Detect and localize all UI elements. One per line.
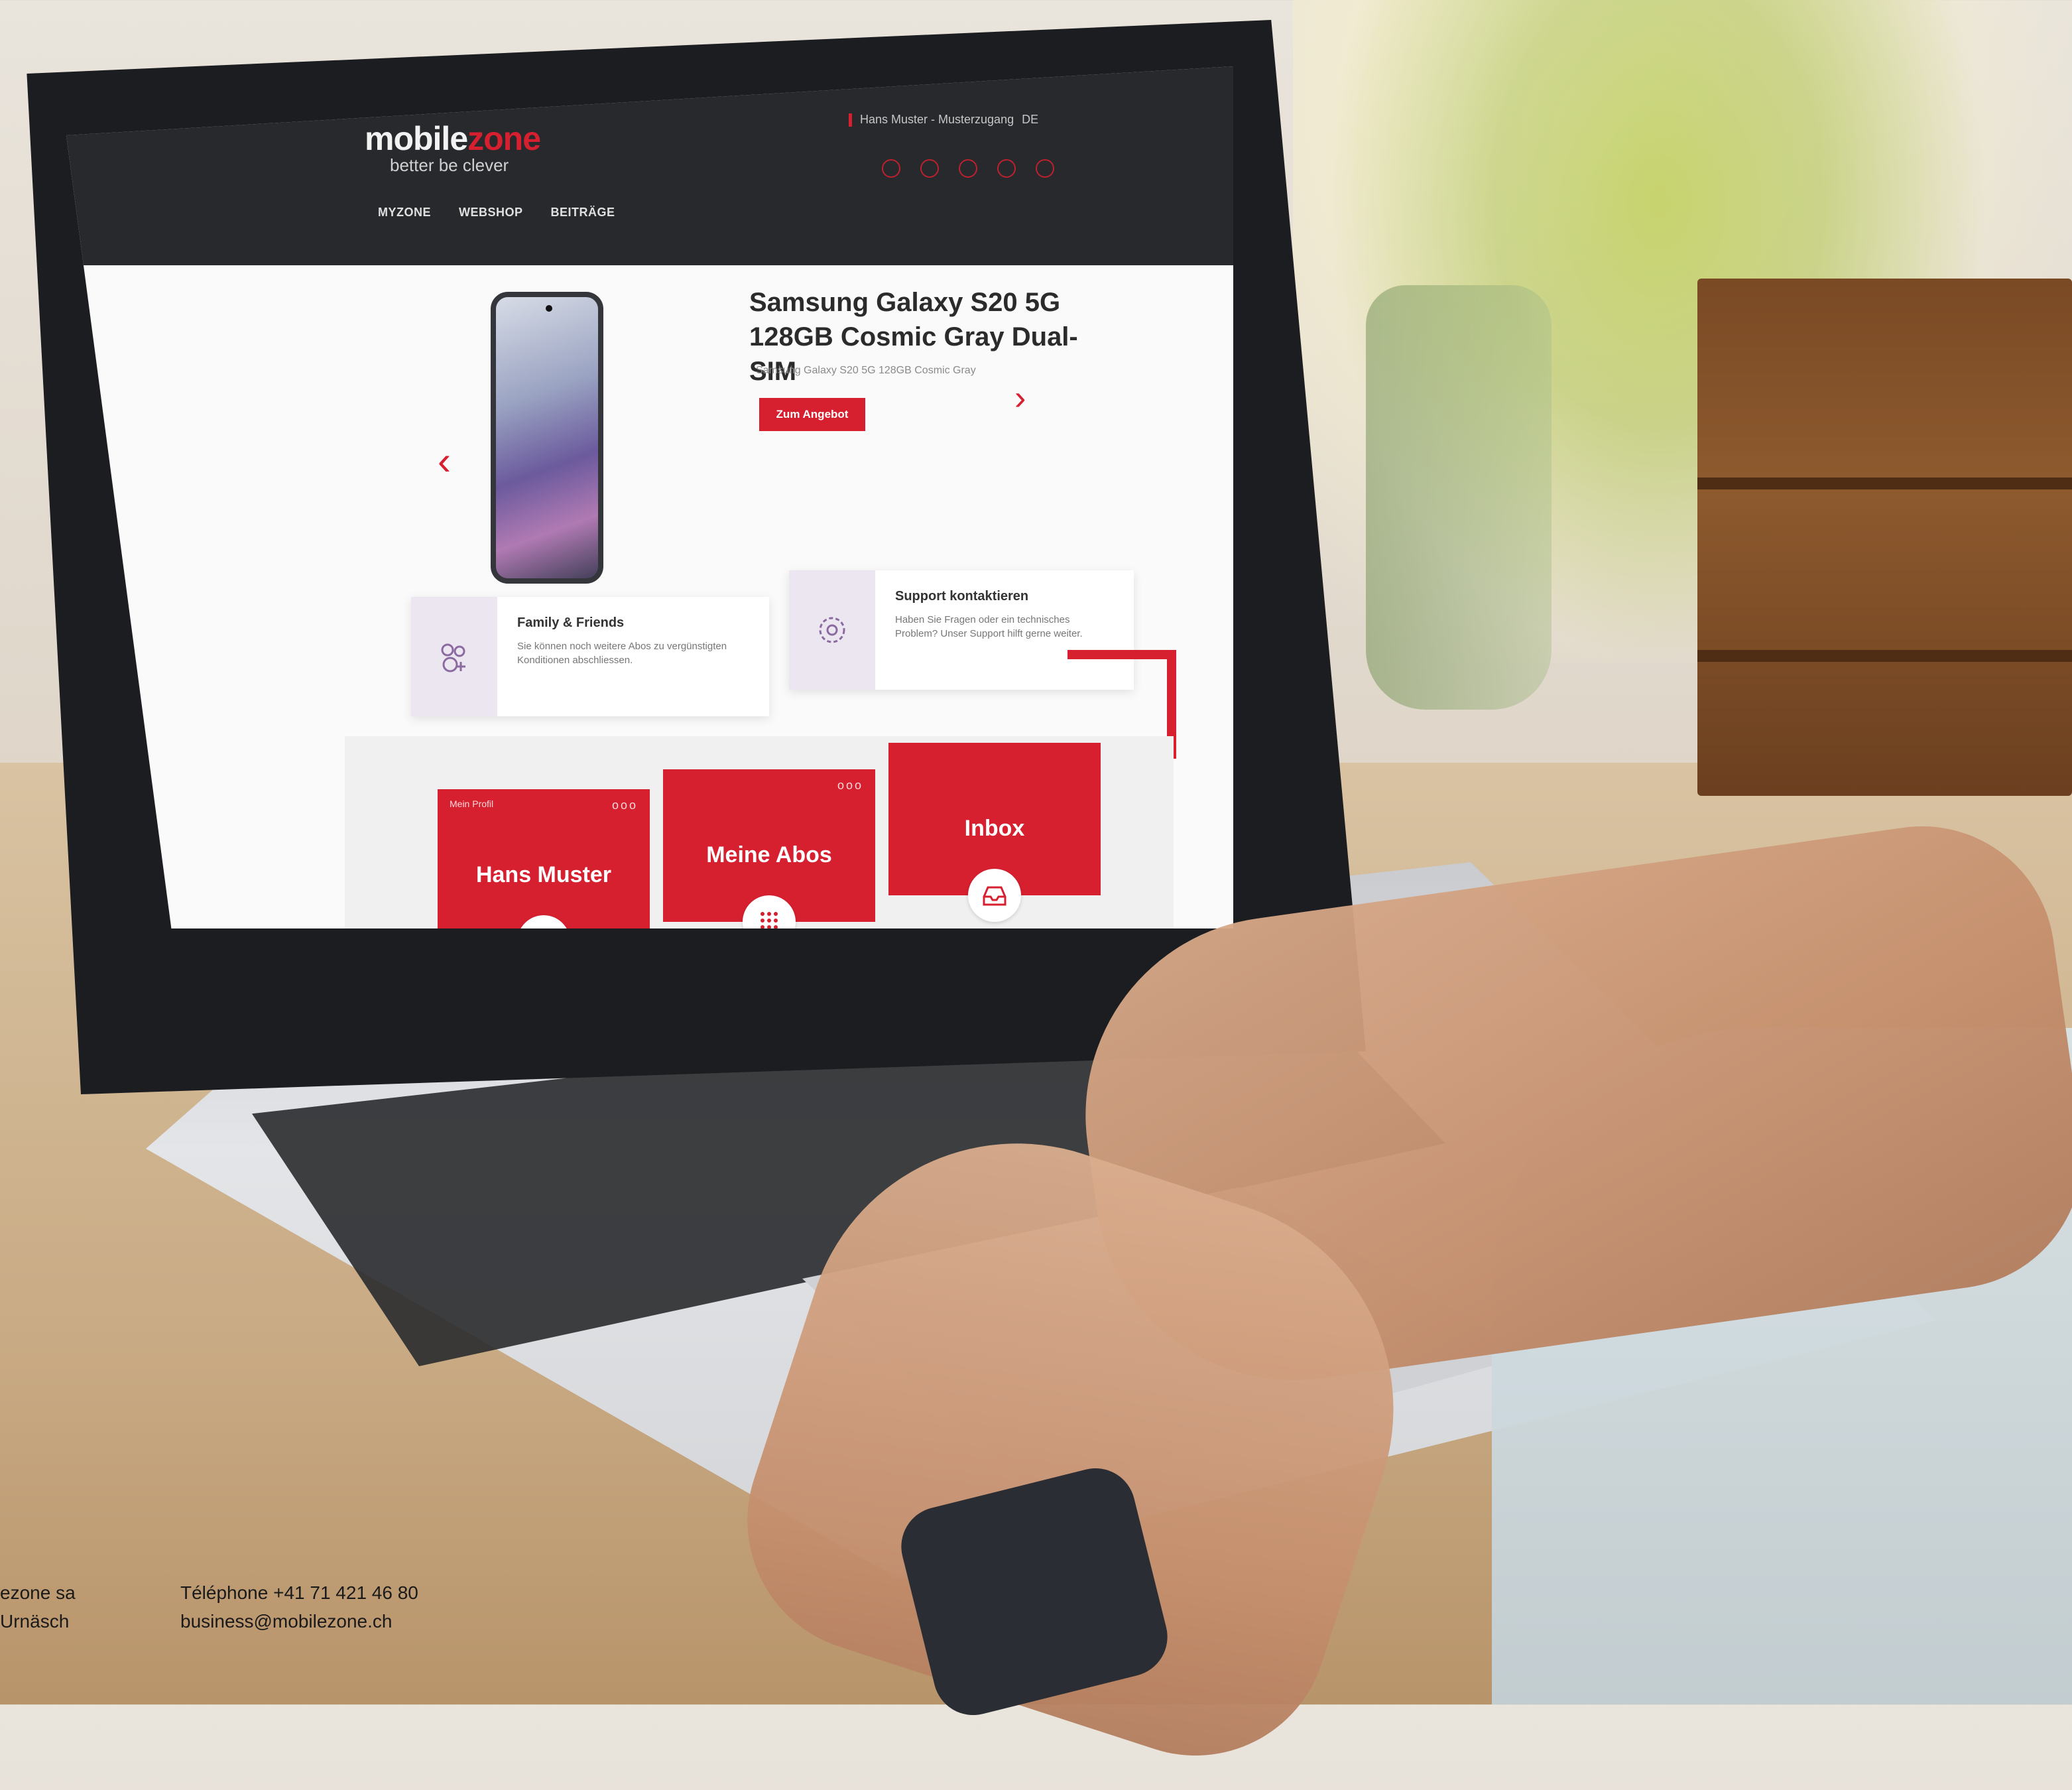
- product-subtitle: Samsung Galaxy S20 5G 128GB Cosmic Gray: [756, 365, 976, 376]
- person-icon: [529, 927, 558, 928]
- card-text: Haben Sie Fragen oder ein technisches Pr…: [895, 614, 1083, 639]
- card-title: Support kontaktieren: [895, 589, 1029, 604]
- more-icon[interactable]: ooo: [612, 799, 638, 812]
- wooden-crate: [1697, 279, 2072, 796]
- subscriptions-tile[interactable]: ooo Meine Abos: [663, 769, 875, 928]
- inbox-tile[interactable]: Inbox: [888, 743, 1101, 922]
- mobilezone-logo[interactable]: mobilezone better be clever: [365, 119, 550, 192]
- language-switch[interactable]: DE: [1022, 113, 1038, 127]
- search-icon[interactable]: [920, 159, 939, 178]
- card-title: Family & Friends: [517, 615, 625, 630]
- crate-slat: [1697, 478, 2072, 489]
- tile-title: Inbox: [964, 816, 1025, 841]
- tile-title: Meine Abos: [706, 842, 832, 867]
- laptop-screen: mobilezone better be clever Hans Muster …: [66, 66, 1233, 928]
- phone-camera: [546, 305, 552, 312]
- nav-myzone[interactable]: MYZONE: [378, 206, 431, 220]
- tile-icon-holder: [968, 869, 1021, 922]
- tile-label: Mein Profil: [450, 799, 494, 809]
- more-icon[interactable]: ooo: [837, 779, 863, 793]
- cart-icon[interactable]: [997, 159, 1016, 178]
- card-text: Sie können noch weitere Abos zu vergünst…: [517, 641, 727, 666]
- company-address: ezone sa Urnäsch: [0, 1578, 76, 1636]
- keypad-icon: [761, 912, 778, 928]
- settings-icon[interactable]: [959, 159, 977, 178]
- family-friends-card[interactable]: Family & Friends Sie können noch weitere…: [411, 597, 769, 716]
- profile-tile[interactable]: Mein Profil ooo Hans Muster: [438, 789, 650, 928]
- logout-icon[interactable]: [1036, 159, 1054, 178]
- header-icons: [882, 159, 1054, 178]
- nav-webshop[interactable]: WEBSHOP: [459, 206, 523, 220]
- tile-title: Hans Muster: [475, 862, 612, 887]
- main-nav: MYZONE WEBSHOP BEITRÄGE: [378, 206, 615, 220]
- nav-beitraege[interactable]: BEITRÄGE: [551, 206, 615, 220]
- glass-vase: [1366, 285, 1552, 710]
- phone-number: Téléphone +41 71 421 46 80: [180, 1582, 418, 1603]
- user-icon[interactable]: [882, 159, 900, 178]
- tile-icon-holder: [743, 895, 796, 928]
- logo-wordmark: mobilezone: [365, 120, 541, 157]
- company-city: Urnäsch: [0, 1611, 70, 1632]
- carousel-prev-arrow[interactable]: ‹: [438, 438, 451, 483]
- user-name[interactable]: Hans Muster - Musterzugang: [860, 113, 1014, 127]
- user-bar[interactable]: Hans Muster - Musterzugang DE: [849, 113, 1038, 127]
- company-name: ezone sa: [0, 1582, 76, 1603]
- offer-button[interactable]: Zum Angebot: [759, 398, 865, 431]
- inbox-icon: [983, 886, 1006, 906]
- email-link[interactable]: business@mobilezone.ch: [180, 1607, 418, 1635]
- group-add-icon: [441, 643, 465, 672]
- contact-details: Téléphone +41 71 421 46 80 business@mobi…: [180, 1578, 418, 1636]
- logo-tagline: better be clever: [390, 155, 509, 175]
- user-indicator: [849, 113, 852, 127]
- card-icon-box: [411, 597, 497, 716]
- carousel-next-arrow[interactable]: ›: [1014, 378, 1026, 418]
- crate-slat: [1697, 650, 2072, 662]
- card-icon-box: [789, 570, 875, 690]
- gear-icon: [819, 617, 845, 643]
- product-phone-image: [491, 292, 603, 584]
- tile-icon-holder: [517, 915, 570, 928]
